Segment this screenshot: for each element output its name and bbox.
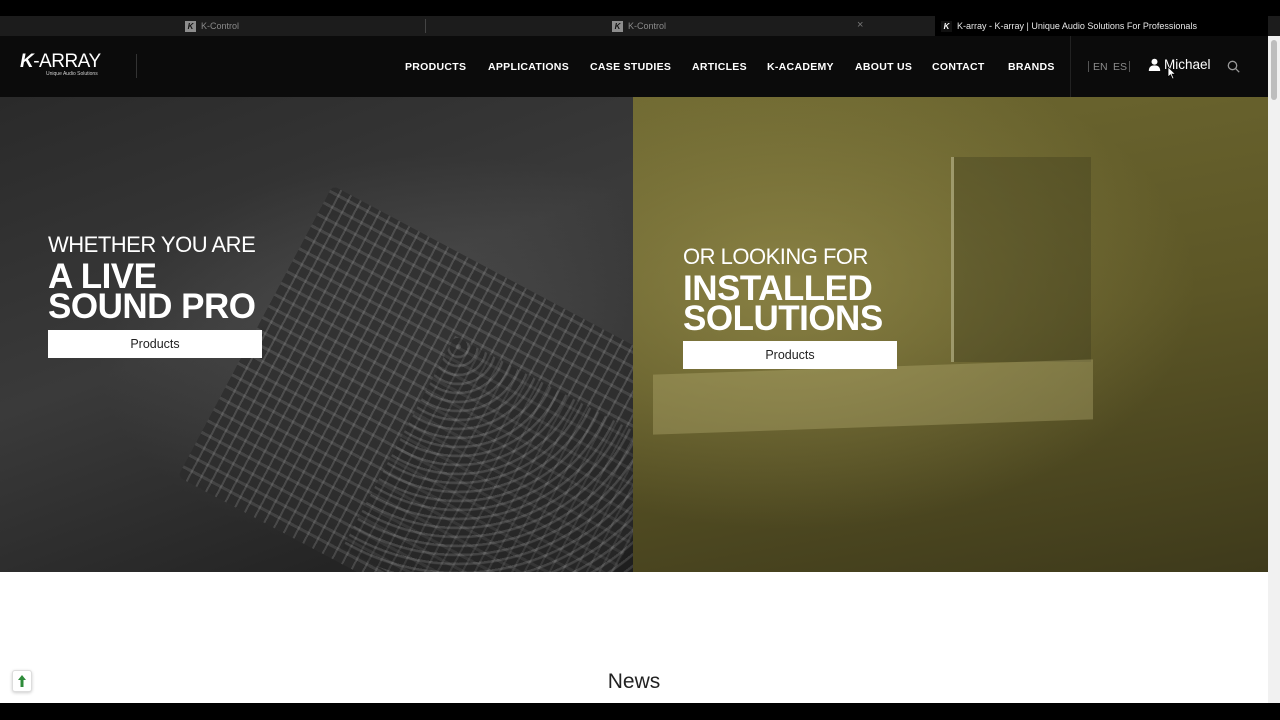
tab-k-control-2[interactable]: K K-Control — [612, 16, 842, 36]
browser-window: K K-Control K K-Control × K K-array - K-… — [0, 0, 1280, 720]
hero-left-line2: SOUND PRO — [48, 287, 256, 326]
nav-contact[interactable]: CONTACT — [932, 61, 985, 73]
mouse-cursor-icon — [1167, 66, 1177, 80]
live-sound-heading: WHETHER YOU ARE A LIVE SOUND PRO — [48, 232, 256, 326]
logo-tagline: Unique Audio Solutions — [46, 71, 98, 77]
installed-solutions-heading: OR LOOKING FOR INSTALLED SOLUTIONS — [683, 244, 883, 338]
desk-image — [653, 359, 1093, 435]
nav-k-academy[interactable]: K-ACADEMY — [767, 61, 834, 73]
logo-array: -ARRAY — [33, 51, 101, 72]
site-header: K-ARRAY Unique Audio Solutions PRODUCTS … — [0, 36, 1268, 97]
news-heading: News — [607, 670, 661, 693]
page-scrollbar[interactable] — [1268, 36, 1280, 703]
logo-k: K — [20, 51, 34, 72]
k-array-favicon-icon: K — [185, 20, 196, 32]
live-sound-products-button[interactable]: Products — [48, 330, 262, 358]
user-icon — [1148, 58, 1161, 71]
tab-k-array-active[interactable]: K K-array - K-array | Unique Audio Solut… — [935, 16, 1268, 36]
tab-title: K-Control — [201, 21, 240, 31]
search-icon[interactable] — [1227, 60, 1240, 73]
nav-case-studies[interactable]: CASE STUDIES — [590, 61, 671, 73]
live-sound-panel: WHETHER YOU ARE A LIVE SOUND PRO Product… — [0, 97, 633, 572]
arrow-up-icon — [18, 675, 26, 687]
tab-strip: K K-Control K K-Control × K K-array - K-… — [0, 16, 1280, 36]
lang-separator — [1088, 61, 1089, 72]
news-section: News — [0, 572, 1268, 703]
hero-left-intro: WHETHER YOU ARE — [48, 232, 256, 257]
nav-articles[interactable]: ARTICLES — [692, 61, 747, 73]
tab-k-control-1[interactable]: K K-Control — [185, 16, 420, 36]
nav-divider — [1070, 36, 1071, 97]
nav-applications[interactable]: APPLICATIONS — [488, 61, 569, 73]
scrollbar-thumb[interactable] — [1271, 40, 1277, 100]
k-array-favicon-icon: K — [612, 20, 623, 32]
hero-section: WHETHER YOU ARE A LIVE SOUND PRO Product… — [0, 97, 1268, 572]
k-array-logo[interactable]: K-ARRAY Unique Audio Solutions — [20, 51, 101, 77]
nav-products[interactable]: PRODUCTS — [405, 61, 466, 73]
hero-right-intro: OR LOOKING FOR — [683, 244, 868, 269]
tab-title: K-Control — [628, 21, 667, 31]
nav-about-us[interactable]: ABOUT US — [855, 61, 912, 73]
tab-divider — [425, 19, 426, 33]
header-divider — [136, 54, 137, 78]
monitor-image — [951, 157, 1091, 362]
tab-title: K-array - K-array | Unique Audio Solutio… — [957, 21, 1197, 31]
hero-right-line2: SOLUTIONS — [683, 299, 883, 338]
k-array-favicon-icon: K — [941, 20, 952, 32]
user-account-link[interactable]: Michael — [1148, 57, 1211, 72]
lang-en[interactable]: EN — [1093, 61, 1108, 73]
nav-brands[interactable]: BRANDS — [1008, 61, 1055, 73]
lang-separator — [1129, 61, 1130, 72]
installed-solutions-panel: OR LOOKING FOR INSTALLED SOLUTIONS Produ… — [633, 97, 1268, 572]
installed-solutions-products-button[interactable]: Products — [683, 341, 897, 369]
close-tab-icon[interactable]: × — [857, 19, 863, 31]
lang-es[interactable]: ES — [1113, 61, 1127, 73]
scroll-to-top-button[interactable] — [12, 670, 32, 692]
